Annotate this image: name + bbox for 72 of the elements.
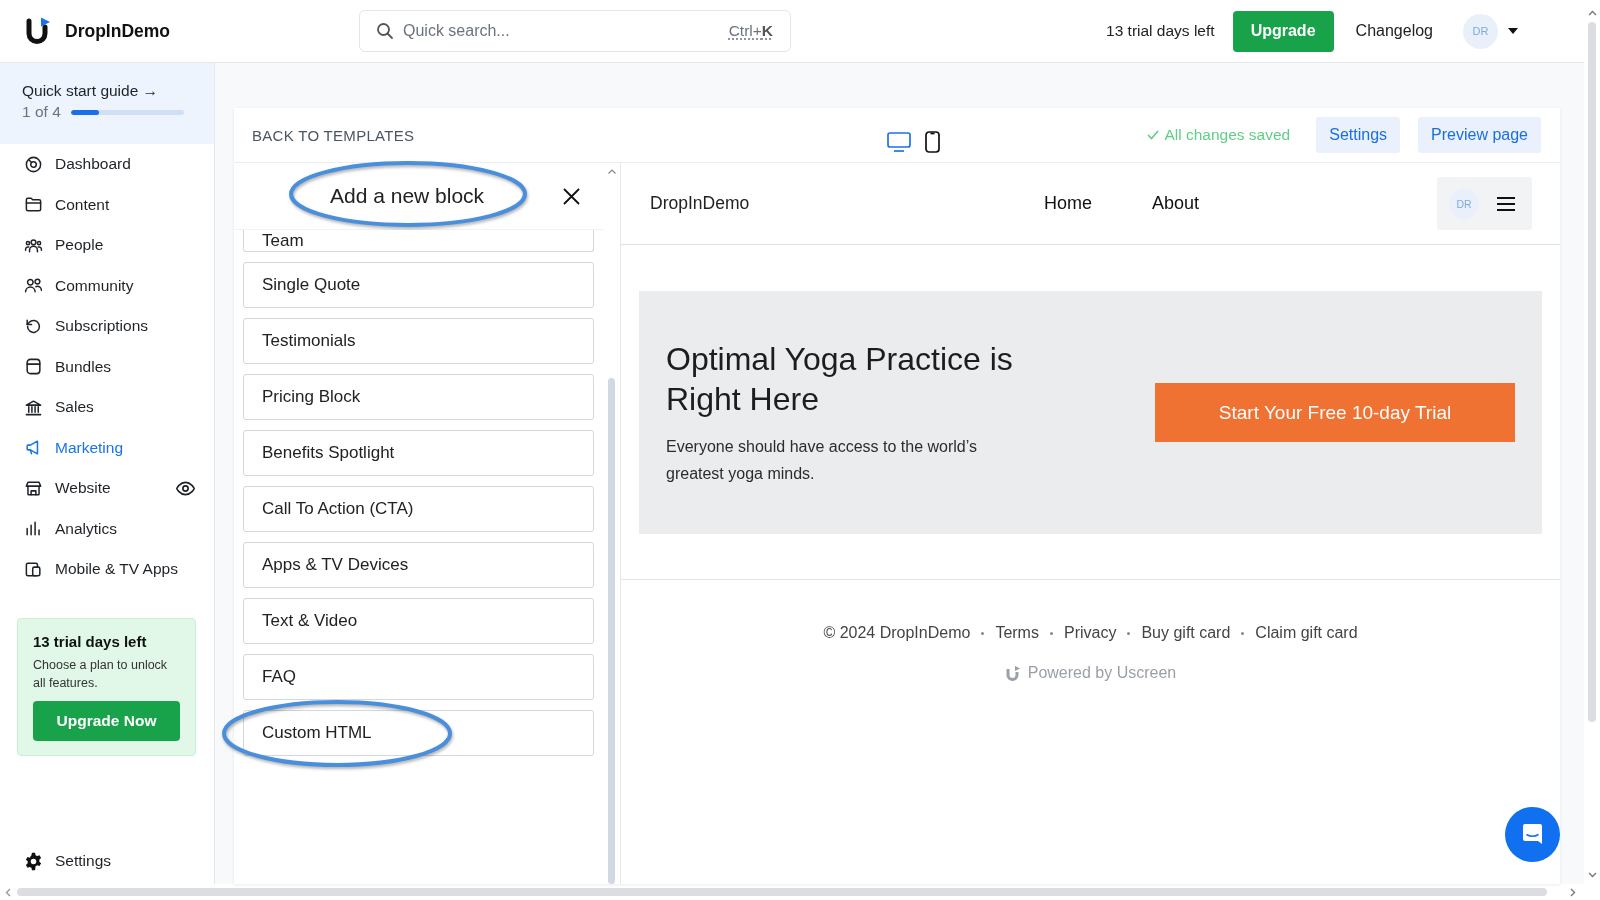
sidebar-item[interactable]: Mobile & TV Apps <box>0 549 214 590</box>
trial-days-text: 13 trial days left <box>1106 22 1215 40</box>
sidebar-item[interactable]: People <box>0 225 214 266</box>
scroll-down-icon[interactable] <box>1587 872 1597 878</box>
preview-page-button[interactable]: Preview page <box>1418 117 1541 153</box>
gauge-icon <box>24 154 43 174</box>
logo-icon <box>24 16 50 46</box>
scroll-up-icon[interactable] <box>608 169 616 174</box>
save-status: All changes saved <box>1147 126 1291 144</box>
site-nav-link[interactable]: About <box>1152 193 1200 214</box>
sidebar-item[interactable]: Marketing <box>0 427 214 468</box>
sidebar-item[interactable]: Website <box>0 468 214 509</box>
settings-button[interactable]: Settings <box>1316 117 1401 153</box>
changelog-link[interactable]: Changelog <box>1355 22 1433 40</box>
search-icon <box>376 22 394 40</box>
sidebar-item[interactable]: Bundles <box>0 346 214 387</box>
block-item[interactable]: Single Quote <box>243 262 594 308</box>
block-item[interactable]: Text & Video <box>243 598 594 644</box>
sidebar-item[interactable]: Dashboard <box>0 144 214 185</box>
users-icon <box>24 276 43 296</box>
sidebar-item[interactable]: Sales <box>0 387 214 428</box>
trial-text: Choose a plan to unlock all features. <box>33 656 169 692</box>
site-brand: DropInDemo <box>650 193 751 214</box>
logo-icon <box>1004 664 1020 682</box>
block-item[interactable]: Call To Action (CTA) <box>243 486 594 532</box>
block-item[interactable]: Team <box>243 230 594 252</box>
shortcut-hint: Ctrl+K <box>728 22 773 40</box>
hero-text: Everyone should have access to the world’s greatest yoga minds. <box>666 436 978 484</box>
block-item[interactable]: Apps & TV Devices <box>243 542 594 588</box>
check-icon <box>1147 130 1160 140</box>
site-nav-link[interactable]: Home <box>1044 193 1092 214</box>
scrollbar-thumb[interactable] <box>17 888 1547 896</box>
sidebar-item[interactable]: Subscriptions <box>0 306 214 347</box>
chat-icon[interactable] <box>1505 807 1560 862</box>
quick-start-link[interactable]: Quick start guide → <box>22 82 159 100</box>
folder-icon <box>24 195 43 215</box>
square-icon <box>24 357 43 377</box>
footer-link[interactable]: Claim gift card <box>1255 624 1358 642</box>
trial-title: 13 trial days left <box>33 632 148 650</box>
progress-label: 1 of 4 <box>22 103 61 121</box>
sidebar-item[interactable]: Content <box>0 184 214 225</box>
close-icon[interactable] <box>562 186 581 206</box>
block-item[interactable]: Testimonials <box>243 318 594 364</box>
phone-icon[interactable] <box>925 131 940 153</box>
footer-copyright: © 2024 DropInDemo <box>823 624 971 642</box>
caret-icon[interactable] <box>1508 28 1518 34</box>
back-to-templates-link[interactable]: BACK TO TEMPLATES <box>252 126 415 144</box>
block-item[interactable]: Custom HTML <box>243 710 594 756</box>
sidebar-item[interactable]: Analytics <box>0 508 214 549</box>
block-item[interactable]: Pricing Block <box>243 374 594 420</box>
gear-icon <box>24 851 43 871</box>
scroll-up-icon[interactable] <box>1587 10 1597 16</box>
monitor-icon[interactable] <box>887 132 911 152</box>
settings-link[interactable]: Settings <box>0 841 214 881</box>
block-item[interactable]: FAQ <box>243 654 594 700</box>
hero-title: Optimal Yoga Practice is Right Here <box>666 339 1014 419</box>
powered-by-text: Powered by Uscreen <box>1027 664 1177 682</box>
footer-link[interactable]: Terms <box>995 624 1039 642</box>
storefront-icon <box>24 478 43 498</box>
block-item[interactable]: Benefits Spotlight <box>243 430 594 476</box>
devices-icon <box>24 559 43 579</box>
panel-title: Add a new block <box>330 184 485 208</box>
sidebar-item[interactable]: Community <box>0 265 214 306</box>
scroll-right-icon[interactable] <box>1570 887 1576 897</box>
bank-icon <box>24 397 43 417</box>
brand-name: DropInDemo <box>65 20 170 42</box>
footer-link[interactable]: Buy gift card <box>1141 624 1231 642</box>
menu-icon[interactable] <box>1497 195 1515 212</box>
footer-link[interactable]: Privacy <box>1063 624 1117 642</box>
scroll-left-icon[interactable] <box>5 887 11 897</box>
scrollbar-thumb[interactable] <box>1588 22 1596 722</box>
scrollbar-thumb[interactable] <box>608 378 615 884</box>
